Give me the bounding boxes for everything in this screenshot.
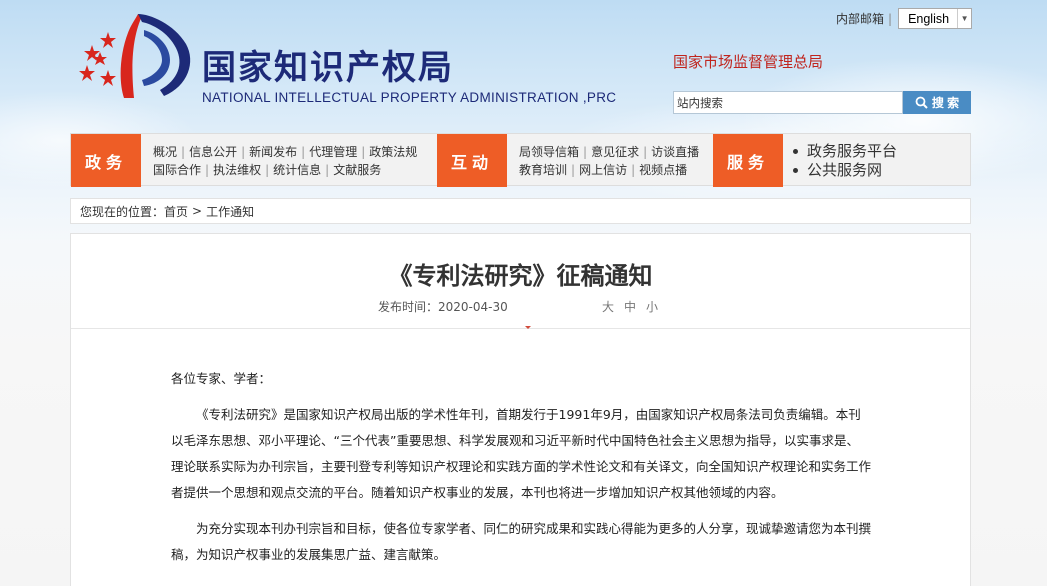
nav-link-training[interactable]: 教育培训 bbox=[519, 161, 567, 179]
breadcrumb-current[interactable]: 工作通知 bbox=[206, 203, 254, 220]
breadcrumb: 您现在的位置： 首页 > 工作通知 bbox=[70, 198, 971, 224]
language-select-value: English bbox=[908, 11, 950, 26]
site-search: 搜 索 bbox=[673, 91, 971, 114]
nav-link-info-disclosure[interactable]: 信息公开 bbox=[189, 143, 237, 161]
nav-gov-row-2: 国际合作 | 执法维权 | 统计信息 | 文献服务 bbox=[153, 161, 382, 179]
nav-link-video[interactable]: 视频点播 bbox=[639, 161, 687, 179]
nav-category-gov[interactable]: 政务 bbox=[71, 134, 141, 187]
site-header: 国家知识产权局 NATIONAL INTELLECTUAL PROPERTY A… bbox=[0, 0, 1047, 130]
search-input[interactable] bbox=[673, 91, 903, 114]
nav-link-online-petition[interactable]: 网上信访 bbox=[579, 161, 627, 179]
font-size-small[interactable]: 小 bbox=[646, 298, 658, 315]
publish-date: 发布时间：2020-04-30 bbox=[378, 300, 508, 314]
top-utility-links: 内部邮箱 | English ▼ bbox=[836, 8, 973, 29]
nav-link-overview[interactable]: 概况 bbox=[153, 143, 177, 161]
internal-mail-link[interactable]: 内部邮箱 bbox=[836, 10, 884, 27]
nav-category-service[interactable]: 服务 bbox=[713, 134, 783, 187]
breadcrumb-separator: > bbox=[192, 204, 203, 218]
article-paragraph-2: 为充分实现本刊办刊宗旨和目标，使各位专家学者、同仁的研究成果和实践心得能为更多的… bbox=[171, 521, 872, 562]
language-select[interactable]: English ▼ bbox=[898, 8, 973, 29]
nav-gov-row-1: 概况 | 信息公开 | 新闻发布 | 代理管理 | 政策法规 bbox=[153, 143, 418, 161]
service-item-label: 政务服务平台 bbox=[807, 142, 898, 160]
font-size-medium[interactable]: 中 bbox=[624, 298, 636, 315]
nav-link-leader-mailbox[interactable]: 局领导信箱 bbox=[519, 143, 579, 161]
nav-link-statistics[interactable]: 统计信息 bbox=[273, 161, 321, 179]
breadcrumb-home[interactable]: 首页 bbox=[164, 203, 188, 220]
bullet-icon bbox=[793, 149, 798, 154]
nav-link-policies-laws[interactable]: 政策法规 bbox=[369, 143, 417, 161]
nav-link-enforcement[interactable]: 执法维权 bbox=[213, 161, 261, 179]
nav-gov-links: 概况 | 信息公开 | 新闻发布 | 代理管理 | 政策法规 国际合作 | 执法维权 | 统… bbox=[141, 134, 437, 185]
search-button-label: 搜 索 bbox=[931, 96, 960, 110]
logo-chinese-name: 国家知识产权局 bbox=[202, 48, 454, 88]
nav-link-agency-management[interactable]: 代理管理 bbox=[309, 143, 357, 161]
article-greeting: 各位专家、学者： bbox=[171, 371, 272, 386]
search-button[interactable]: 搜 索 bbox=[903, 91, 971, 114]
title-divider bbox=[71, 328, 970, 329]
article-container: 《专利法研究》征稿通知 发布时间：2020-04-30 大 中 小 各位专家、学… bbox=[70, 233, 971, 586]
logo-english-name: NATIONAL INTELLECTUAL PROPERTY ADMINISTR… bbox=[202, 90, 617, 105]
service-item-label: 公共服务网 bbox=[807, 161, 883, 179]
site-logo[interactable]: 国家知识产权局 NATIONAL INTELLECTUAL PROPERTY A… bbox=[78, 10, 638, 105]
nav-link-literature[interactable]: 文献服务 bbox=[333, 161, 381, 179]
samr-link[interactable]: 国家市场监督管理总局 bbox=[673, 51, 823, 72]
search-icon bbox=[915, 96, 928, 109]
service-item-gov-platform[interactable]: 政务服务平台 bbox=[793, 142, 897, 161]
nav-link-international[interactable]: 国际合作 bbox=[153, 161, 201, 179]
nav-interact-links: 局领导信箱 | 意见征求 | 访谈直播 教育培训 | 网上信访 | 视频点播 bbox=[507, 134, 713, 185]
nav-link-consultation[interactable]: 意见征求 bbox=[591, 143, 639, 161]
article-paragraph-1: 《专利法研究》是国家知识产权局出版的学术性年刊，首期发行于1991年9月，由国家… bbox=[171, 407, 872, 500]
emblem-icon bbox=[79, 14, 191, 98]
bullet-icon bbox=[793, 168, 798, 173]
font-size-large[interactable]: 大 bbox=[602, 298, 614, 315]
top-separator: | bbox=[888, 11, 893, 26]
breadcrumb-prefix: 您现在的位置： bbox=[80, 204, 165, 219]
nav-link-live-interview[interactable]: 访谈直播 bbox=[651, 143, 699, 161]
main-navigation: 政务 概况 | 信息公开 | 新闻发布 | 代理管理 | 政策法规 国际合作 | 执法维权… bbox=[70, 133, 971, 187]
service-item-public-network[interactable]: 公共服务网 bbox=[793, 161, 897, 180]
chevron-down-icon: ▼ bbox=[957, 9, 971, 28]
article-body: 各位专家、学者： 《专利法研究》是国家知识产权局出版的学术性年刊，首期发行于19… bbox=[171, 366, 871, 578]
nav-link-news-release[interactable]: 新闻发布 bbox=[249, 143, 297, 161]
divider-marker-icon bbox=[525, 326, 531, 329]
font-size-switcher: 大 中 小 bbox=[602, 298, 658, 315]
nav-interact-row-1: 局领导信箱 | 意见征求 | 访谈直播 bbox=[519, 143, 700, 161]
article-title: 《专利法研究》征稿通知 bbox=[388, 262, 653, 290]
nav-category-interact[interactable]: 互动 bbox=[437, 134, 507, 187]
nav-interact-row-2: 教育培训 | 网上信访 | 视频点播 bbox=[519, 161, 688, 179]
nav-service-links: 政务服务平台 公共服务网 bbox=[783, 134, 897, 185]
